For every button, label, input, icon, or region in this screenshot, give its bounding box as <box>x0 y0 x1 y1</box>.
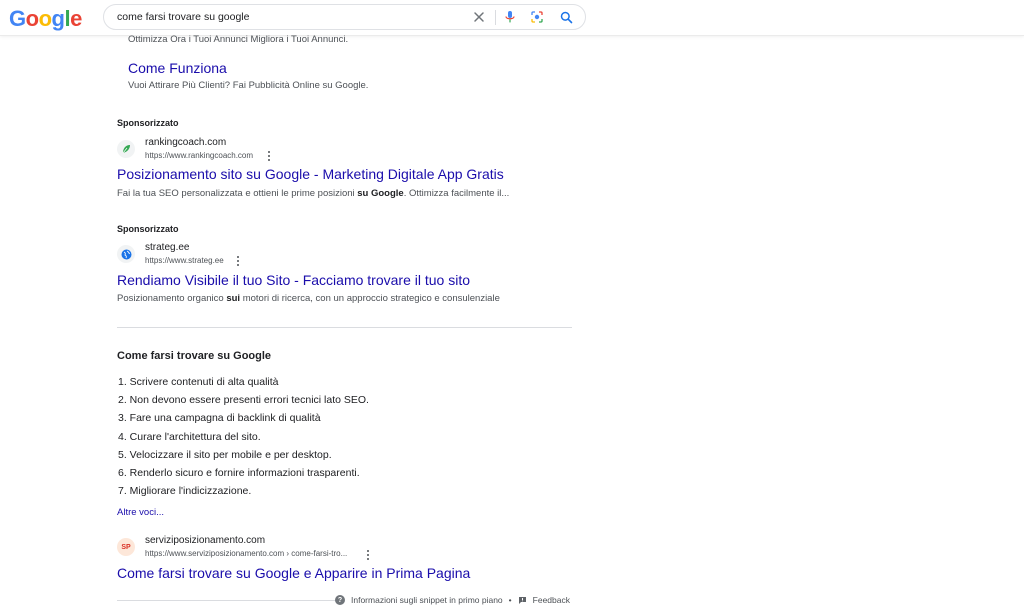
sponsored-label: Sponsorizzato <box>117 118 179 128</box>
snippet-steps-list: 1. Scrivere contenuti di alta qualità 2.… <box>118 373 369 500</box>
list-item: 7. Migliorare l'indicizzazione. <box>118 485 252 498</box>
feedback-link[interactable]: Feedback <box>533 595 570 605</box>
ad-title-link[interactable]: Rendiamo Visibile il tuo Sito - Facciamo… <box>117 272 470 289</box>
globe-icon <box>117 245 135 263</box>
sitelink-come-funziona[interactable]: Come Funziona <box>128 60 227 77</box>
leaf-icon <box>117 140 135 158</box>
snippet-info-link[interactable]: Informazioni sugli snippet in primo pian… <box>351 595 503 605</box>
ad-description: Posizionamento organico sui motori di ri… <box>117 293 500 304</box>
more-items-link[interactable]: Altre voci... <box>117 507 164 518</box>
ad-site-url[interactable]: https://www.rankingcoach.com <box>145 151 253 161</box>
snippet-footer: ? Informazioni sugli snippet in primo pi… <box>335 595 570 605</box>
footer-divider-left <box>117 600 337 601</box>
footer-bullet: • <box>508 595 512 605</box>
sponsored-label: Sponsorizzato <box>117 224 179 234</box>
sitelink-description: Vuoi Attirare Più Clienti? Fai Pubblicit… <box>128 80 369 91</box>
sitelink-top-description: Ottimizza Ora i Tuoi Annunci Migliora i … <box>128 34 349 45</box>
ad-site-url[interactable]: https://www.strateg.ee <box>145 256 224 266</box>
more-options-icon[interactable] <box>234 255 242 267</box>
ad-site-name[interactable]: strateg.ee <box>145 242 189 254</box>
list-item: 6. Renderlo sicuro e fornire informazion… <box>118 467 360 480</box>
list-item: 4. Curare l'architettura del sito. <box>118 430 261 443</box>
more-options-icon[interactable] <box>265 150 273 162</box>
source-title-link[interactable]: Come farsi trovare su Google e Apparire … <box>117 565 470 582</box>
ad-site-name[interactable]: rankingcoach.com <box>145 137 226 149</box>
source-site-url[interactable]: https://www.serviziposizionamento.com › … <box>145 549 347 559</box>
source-site-name[interactable]: serviziposizionamento.com <box>145 535 265 547</box>
list-item: 5. Velocizzare il sito per mobile e per … <box>118 448 332 461</box>
feedback-icon <box>518 596 526 604</box>
list-item: 1. Scrivere contenuti di alta qualità <box>118 376 279 388</box>
more-options-icon[interactable] <box>364 549 372 561</box>
ad-description: Fai la tua SEO personalizzata e ottieni … <box>117 188 510 199</box>
list-item: 3. Fare una campagna di backlink di qual… <box>118 412 321 425</box>
list-item: 2. Non devono essere presenti errori tec… <box>118 394 369 407</box>
snippet-heading: Come farsi trovare su Google <box>117 350 272 362</box>
ad-title-link[interactable]: Posizionamento sito su Google - Marketin… <box>117 166 504 183</box>
results-column: Ottimizza Ora i Tuoi Annunci Migliora i … <box>0 0 1024 613</box>
section-divider <box>117 327 572 328</box>
favicon-text: SP <box>121 543 131 551</box>
help-icon: ? <box>335 595 345 605</box>
serviziposizionamento-favicon: SP <box>117 538 135 556</box>
